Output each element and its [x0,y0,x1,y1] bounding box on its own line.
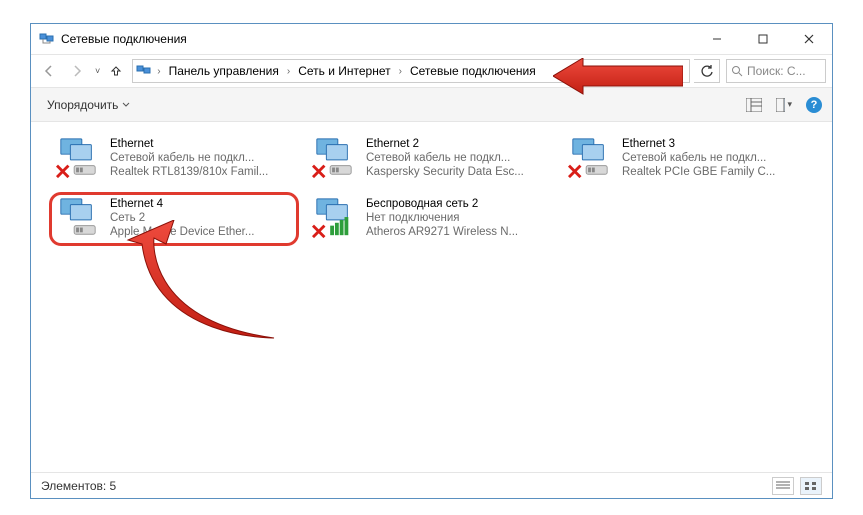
crumb-sep[interactable]: › [155,66,162,77]
connection-item[interactable]: Беспроводная сеть 2 Нет подключения Athe… [305,192,555,246]
back-button[interactable] [37,59,61,83]
network-adapter-icon [566,137,614,179]
app-icon [39,31,55,47]
help-button[interactable]: ? [806,97,822,113]
connection-device: Realtek RTL8139/810x Famil... [110,165,268,179]
close-button[interactable] [786,24,832,54]
connection-status: Сеть 2 [110,211,254,225]
titlebar: Сетевые подключения [31,24,832,54]
connection-device: Kaspersky Security Data Esc... [366,165,524,179]
details-view-button[interactable] [772,477,794,495]
connection-name: Беспроводная сеть 2 [366,197,518,211]
connection-status: Сетевой кабель не подкл... [622,151,775,165]
navbar: ˅ › Панель управления › Сеть и Интернет … [31,54,832,88]
connection-device: Atheros AR9271 Wireless N... [366,225,518,239]
connection-status: Сетевой кабель не подкл... [110,151,268,165]
chevron-down-icon [122,101,130,109]
network-adapter-icon [310,137,358,179]
content-area: Ethernet Сетевой кабель не подкл... Real… [31,122,832,472]
connection-status: Нет подключения [366,211,518,225]
connection-item[interactable]: Ethernet Сетевой кабель не подкл... Real… [49,132,299,186]
connection-item[interactable]: Ethernet 2 Сетевой кабель не подкл... Ka… [305,132,555,186]
network-adapter-icon [310,197,358,239]
address-dropdown[interactable]: ˅ [677,66,687,77]
crumb-network-connections[interactable]: Сетевые подключения [406,60,540,82]
crumb-sep[interactable]: › [397,66,404,77]
up-button[interactable] [104,59,128,83]
network-adapter-icon [54,137,102,179]
connection-device: Apple Mobile Device Ether... [110,225,254,239]
connection-status: Сетевой кабель не подкл... [366,151,524,165]
refresh-button[interactable] [694,59,720,83]
organize-button[interactable]: Упорядочить [41,94,136,116]
search-input[interactable]: Поиск: С... [726,59,826,83]
network-adapter-icon [54,197,102,239]
location-icon [135,62,153,80]
search-icon [731,65,743,77]
history-dropdown[interactable]: ˅ [95,66,100,76]
toolbar: Упорядочить ▾ ? [31,88,832,122]
connection-name: Ethernet 3 [622,137,775,151]
maximize-button[interactable] [740,24,786,54]
view-layout-button[interactable] [746,97,762,113]
minimize-button[interactable] [694,24,740,54]
view-options-button[interactable]: ▾ [776,97,792,113]
crumb-control-panel[interactable]: Панель управления [165,60,283,82]
forward-button[interactable] [65,59,89,83]
crumb-network-internet[interactable]: Сеть и Интернет [294,60,394,82]
address-bar[interactable]: › Панель управления › Сеть и Интернет › … [132,59,690,83]
connection-name: Ethernet 2 [366,137,524,151]
connection-name: Ethernet 4 [110,197,254,211]
statusbar: Элементов: 5 [31,472,832,498]
connection-item[interactable]: Ethernet 4 Сеть 2 Apple Mobile Device Et… [49,192,299,246]
item-count: Элементов: 5 [41,479,116,493]
connection-item[interactable]: Ethernet 3 Сетевой кабель не подкл... Re… [561,132,811,186]
window: Сетевые подключения ˅ › Панель управлени… [30,23,833,499]
search-placeholder: Поиск: С... [747,64,806,78]
connection-name: Ethernet [110,137,268,151]
window-title: Сетевые подключения [61,32,694,46]
icons-view-button[interactable] [800,477,822,495]
connection-device: Realtek PCIe GBE Family C... [622,165,775,179]
crumb-sep[interactable]: › [285,66,292,77]
